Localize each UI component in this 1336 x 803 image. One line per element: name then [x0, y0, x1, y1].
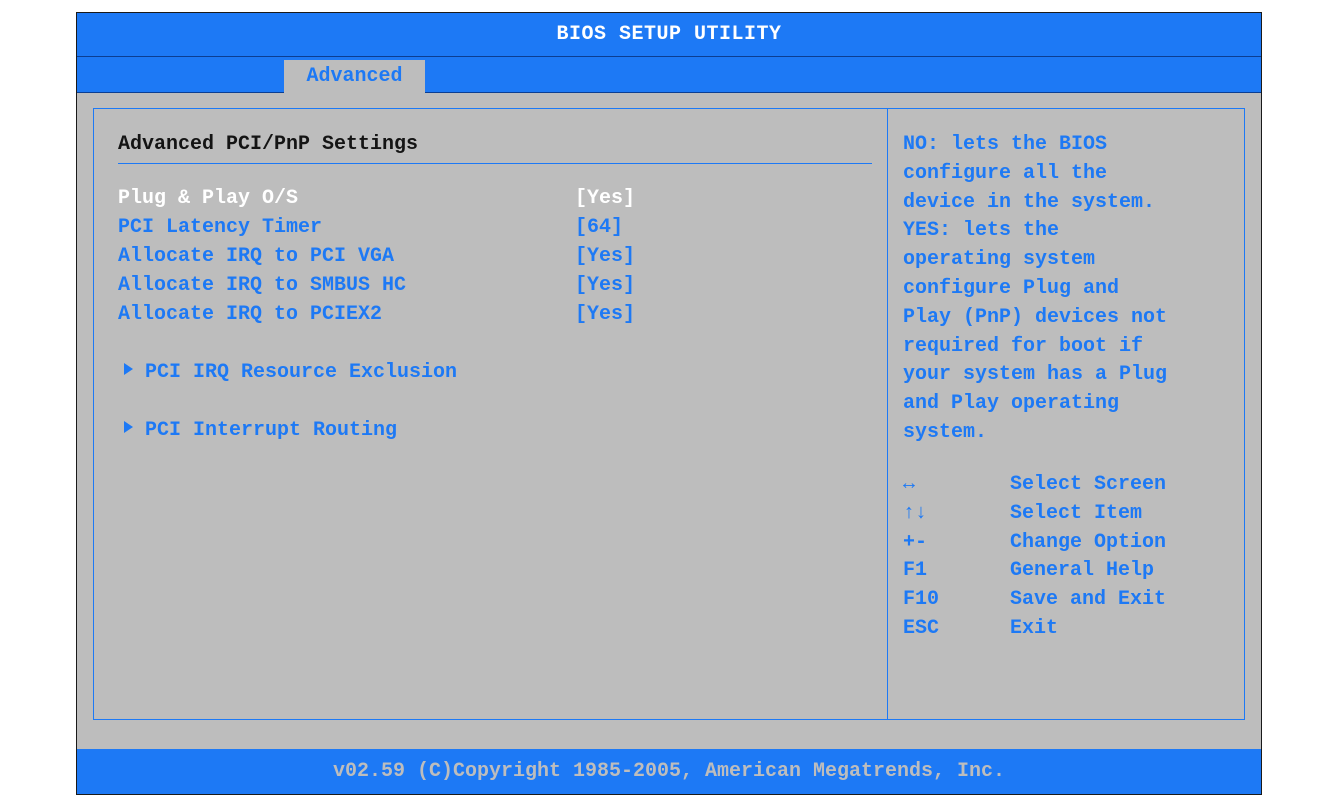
- tab-advanced[interactable]: Advanced: [284, 60, 425, 93]
- setting-allocate-irq-smbus-hc[interactable]: Allocate IRQ to SMBUS HC [Yes]: [118, 271, 878, 300]
- key-description: Select Item: [1010, 501, 1143, 525]
- submenu-pci-interrupt-routing[interactable]: PCI Interrupt Routing: [118, 416, 397, 445]
- key-description: Exit: [1010, 616, 1059, 640]
- key-save-and-exit: F10 Save and Exit: [903, 586, 1243, 615]
- section-divider: [118, 163, 872, 164]
- settings-panel: Advanced PCI/PnP Settings Plug & Play O/…: [93, 108, 888, 720]
- key-legend: ↔ Select Screen ↑↓ Select Item +- Change…: [903, 471, 1243, 644]
- arrow-right-icon: [124, 421, 133, 433]
- arrow-right-icon: [124, 363, 133, 375]
- title-bar: BIOS SETUP UTILITY: [77, 13, 1261, 56]
- setting-label: Allocate IRQ to PCI VGA: [118, 245, 395, 268]
- help-line: and Play operating: [903, 392, 1120, 416]
- key-description: Select Screen: [1010, 473, 1167, 496]
- key-label: F10: [903, 588, 940, 612]
- key-description: General Help: [1010, 559, 1155, 583]
- key-change-option: +- Change Option: [903, 529, 1243, 558]
- setting-allocate-irq-pciex2[interactable]: Allocate IRQ to PCIEX2 [Yes]: [118, 300, 878, 329]
- key-label: ESC: [903, 616, 940, 640]
- key-description: Change Option: [1010, 530, 1167, 554]
- submenu-pci-irq-resource-exclusion[interactable]: PCI IRQ Resource Exclusion: [118, 358, 457, 387]
- left-right-arrow-icon: ↔: [903, 473, 916, 496]
- setting-pci-latency-timer[interactable]: PCI Latency Timer [64]: [118, 213, 878, 242]
- copyright-footer: v02.59 (C)Copyright 1985-2005, American …: [77, 749, 1261, 794]
- help-line: configure all the: [903, 161, 1108, 185]
- key-select-item: ↑↓ Select Item: [903, 500, 1243, 529]
- setting-value[interactable]: [Yes]: [575, 300, 635, 329]
- setting-plug-and-play-os[interactable]: Plug & Play O/S [Yes]: [118, 184, 878, 213]
- submenu-label: PCI IRQ Resource Exclusion: [145, 361, 458, 384]
- key-select-screen: ↔ Select Screen: [903, 471, 1243, 500]
- up-down-arrow-icon: ↑↓: [903, 501, 928, 525]
- help-line: operating system: [903, 248, 1096, 272]
- help-panel: NO: lets the BIOS configure all the devi…: [888, 108, 1245, 720]
- setting-label: Plug & Play O/S: [118, 187, 299, 210]
- setting-value[interactable]: [64]: [575, 213, 623, 242]
- help-line: your system has a Plug: [903, 363, 1168, 387]
- key-description: Save and Exit: [1010, 588, 1167, 612]
- setting-label: PCI Latency Timer: [118, 216, 323, 239]
- help-line: system.: [903, 420, 988, 444]
- key-general-help: F1 General Help: [903, 557, 1243, 586]
- help-text: NO: lets the BIOS configure all the devi…: [903, 131, 1248, 448]
- setting-value[interactable]: [Yes]: [575, 184, 635, 213]
- setting-value[interactable]: [Yes]: [575, 271, 635, 300]
- help-line: required for boot if: [903, 334, 1144, 358]
- bios-window: BIOS SETUP UTILITY Advanced Advanced PCI…: [76, 12, 1262, 795]
- help-line: device in the system.: [903, 190, 1156, 214]
- help-line: configure Plug and: [903, 276, 1120, 300]
- help-line: YES: lets the: [903, 219, 1060, 243]
- key-label: F1: [903, 559, 928, 583]
- tab-bar: Advanced: [77, 56, 1261, 93]
- setting-label: Allocate IRQ to PCIEX2: [118, 303, 383, 326]
- help-line: Play (PnP) devices not: [903, 305, 1168, 329]
- key-label: +-: [903, 530, 928, 554]
- submenu-label: PCI Interrupt Routing: [145, 419, 398, 442]
- section-title: Advanced PCI/PnP Settings: [118, 133, 419, 156]
- help-line: NO: lets the BIOS: [903, 133, 1108, 156]
- setting-value[interactable]: [Yes]: [575, 242, 635, 271]
- setting-allocate-irq-pci-vga[interactable]: Allocate IRQ to PCI VGA [Yes]: [118, 242, 878, 271]
- key-exit: ESC Exit: [903, 615, 1243, 644]
- setting-label: Allocate IRQ to SMBUS HC: [118, 274, 407, 297]
